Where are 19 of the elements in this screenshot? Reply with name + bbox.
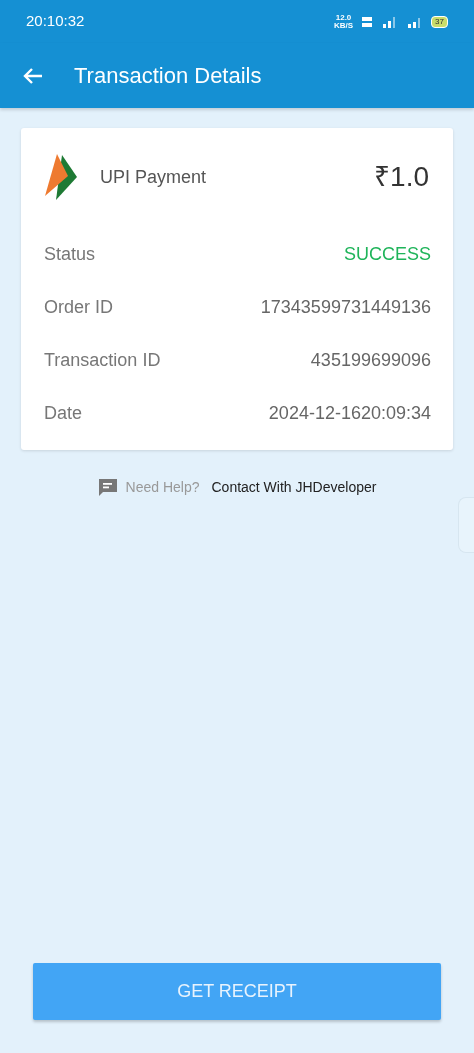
status-value: SUCCESS (343, 243, 431, 266)
logo-icon (44, 154, 78, 200)
chat-icon (97, 477, 118, 498)
back-icon[interactable] (22, 66, 44, 85)
detail-label: Date (44, 402, 83, 425)
detail-value: 2024-12-1620:09:34 (268, 402, 431, 425)
help-prompt: Need Help? (125, 478, 200, 497)
detail-label: Transaction ID (44, 349, 161, 372)
battery-indicator: 37 (431, 15, 448, 28)
contact-link[interactable]: Contact With JHDeveloper (211, 477, 377, 498)
amount: ₹1.0 (374, 160, 430, 194)
network-speed: 12.0 KB/S (333, 13, 354, 30)
status-time: 20:10:32 (26, 11, 85, 32)
detail-value: 17343599731449136 (260, 296, 431, 319)
screen-title: Transaction Details (74, 62, 262, 90)
detail-label: Status (44, 243, 96, 266)
detail-label: Order ID (44, 296, 113, 319)
payment-method: UPI Payment (100, 165, 207, 189)
detail-value: 435199699096 (310, 349, 431, 372)
